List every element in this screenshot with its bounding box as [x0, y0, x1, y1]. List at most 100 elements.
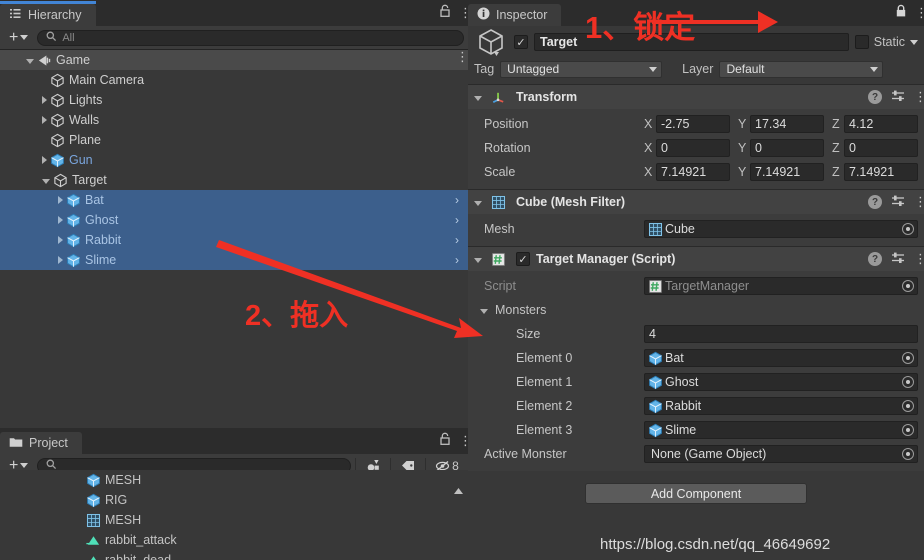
mesh-icon [648, 222, 663, 237]
kebab-menu-icon[interactable]: ⋮ [456, 50, 468, 63]
axis-y-input[interactable]: 0 [750, 139, 824, 157]
foldout-closed-icon[interactable] [58, 256, 63, 264]
object-picker-icon[interactable] [902, 448, 914, 460]
foldout-open-icon[interactable] [26, 58, 34, 64]
kebab-menu-icon[interactable]: ⋮ [914, 252, 924, 265]
project-scroll-up-arrow[interactable] [453, 484, 464, 498]
chevron-down-icon[interactable] [910, 39, 918, 45]
hierarchy-item-gun[interactable]: Gun [0, 150, 468, 170]
hierarchy-item-ghost[interactable]: Ghost › [0, 210, 468, 230]
project-asset-row[interactable]: RIG [0, 490, 468, 510]
axis-x-input[interactable]: 0 [656, 139, 730, 157]
project-asset-row[interactable]: rabbit_dead [0, 550, 468, 560]
open-prefab-chevron-icon[interactable]: › [455, 253, 459, 267]
object-reference-field[interactable]: TargetManager [644, 277, 918, 295]
lock-closed-icon[interactable] [895, 4, 907, 21]
axis-z-input[interactable]: 0 [844, 139, 918, 157]
object-picker-icon[interactable] [902, 223, 914, 235]
tag-dropdown[interactable]: Untagged [500, 60, 663, 78]
project-asset-row[interactable]: MESH [0, 510, 468, 530]
kebab-menu-icon[interactable]: ⋮ [915, 6, 924, 19]
hierarchy-item-walls[interactable]: Walls [0, 110, 468, 130]
foldout-open-icon[interactable] [42, 178, 50, 184]
lock-open-icon[interactable] [439, 432, 451, 449]
foldout-open-icon[interactable] [474, 200, 482, 206]
hierarchy-item-plane[interactable]: Plane [0, 130, 468, 150]
object-picker-icon[interactable] [902, 400, 914, 412]
object-picker-icon[interactable] [902, 424, 914, 436]
kebab-menu-icon[interactable]: ⋮ [914, 195, 924, 208]
preset-icon[interactable] [891, 251, 905, 268]
create-gameobject-button[interactable]: + [4, 29, 33, 45]
tab-project[interactable]: Project [0, 432, 82, 454]
component-header[interactable]: Transform? ⋮ [468, 85, 924, 109]
foldout-closed-icon[interactable] [42, 116, 47, 124]
prefab-icon [86, 473, 101, 488]
foldout-open-icon[interactable] [474, 95, 482, 101]
object-name-field[interactable]: Target [534, 33, 849, 51]
object-picker-icon[interactable] [902, 376, 914, 388]
axis-z-input[interactable]: 7.14921 [844, 163, 918, 181]
foldout-closed-icon[interactable] [42, 96, 47, 104]
hierarchy-item-target[interactable]: Target [0, 170, 468, 190]
foldout-closed-icon[interactable] [58, 236, 63, 244]
hierarchy-search-input[interactable]: All [37, 29, 464, 46]
object-enabled-checkbox[interactable]: ✓ [514, 35, 528, 49]
project-asset-row[interactable]: rabbit_attack [0, 530, 468, 550]
axis-z-input[interactable]: 4.12 [844, 115, 918, 133]
tab-inspector[interactable]: Inspector [468, 4, 562, 26]
preset-icon[interactable] [891, 89, 905, 106]
project-asset-row[interactable]: MESH [0, 470, 468, 490]
object-picker-icon[interactable] [902, 280, 914, 292]
kebab-menu-icon[interactable]: ⋮ [459, 6, 472, 19]
kebab-menu-icon[interactable]: ⋮ [459, 434, 472, 447]
hierarchy-item-main-camera[interactable]: Main Camera [0, 70, 468, 90]
object-reference-field[interactable]: None (Game Object) [644, 445, 918, 463]
foldout-open-icon[interactable] [474, 257, 482, 263]
tab-hierarchy[interactable]: Hierarchy [0, 1, 96, 26]
object-reference-field[interactable]: Bat [644, 349, 918, 367]
component-enabled-checkbox[interactable]: ✓ [516, 252, 530, 266]
axis-x-input[interactable]: -2.75 [656, 115, 730, 133]
lock-open-icon[interactable] [439, 4, 451, 21]
help-icon[interactable]: ? [868, 195, 882, 209]
hierarchy-item-rabbit[interactable]: Rabbit › [0, 230, 468, 250]
open-prefab-chevron-icon[interactable]: › [455, 193, 459, 207]
object-reference-field[interactable]: Cube [644, 220, 918, 238]
hierarchy-item-game[interactable]: Game ⋮ [0, 50, 468, 70]
help-icon[interactable]: ? [868, 90, 882, 104]
hierarchy-tree[interactable]: Game ⋮ Main Camera Lights Walls Plane Gun Targe… [0, 50, 468, 428]
kebab-menu-icon[interactable]: ⋮ [914, 90, 924, 103]
help-icon[interactable]: ? [868, 252, 882, 266]
axis-x-input[interactable]: 7.14921 [656, 163, 730, 181]
static-checkbox[interactable] [854, 35, 869, 49]
add-component-button[interactable]: Add Component [585, 483, 807, 504]
axis-y-input[interactable]: 7.14921 [750, 163, 824, 181]
layer-dropdown[interactable]: Default [719, 60, 884, 78]
array-foldout-monsters[interactable]: Monsters [474, 298, 918, 322]
foldout-closed-icon[interactable] [58, 196, 63, 204]
open-prefab-chevron-icon[interactable]: › [455, 233, 459, 247]
array-size-input[interactable]: 4 [644, 325, 918, 343]
hierarchy-item-slime[interactable]: Slime › [0, 250, 468, 270]
object-reference-field[interactable]: Rabbit [644, 397, 918, 415]
component-header[interactable]: ✓ Target Manager (Script)? ⋮ [468, 247, 924, 271]
object-picker-icon[interactable] [902, 352, 914, 364]
axis-y: Y 7.14921 [738, 163, 824, 181]
axis-z-label: Z [832, 117, 840, 131]
property-label: Scale [484, 165, 516, 179]
axis-y-input[interactable]: 17.34 [750, 115, 824, 133]
transform-icon [491, 90, 506, 105]
open-prefab-chevron-icon[interactable]: › [455, 213, 459, 227]
foldout-open-icon[interactable] [480, 308, 488, 314]
object-reference-field[interactable]: Slime [644, 421, 918, 439]
foldout-closed-icon[interactable] [42, 156, 47, 164]
hierarchy-item-lights[interactable]: Lights [0, 90, 468, 110]
foldout-closed-icon[interactable] [58, 216, 63, 224]
component-header[interactable]: Cube (Mesh Filter)? ⋮ [468, 190, 924, 214]
hierarchy-item-label: Plane [69, 133, 101, 147]
preset-icon[interactable] [891, 194, 905, 211]
object-reference-field[interactable]: Ghost [644, 373, 918, 391]
hierarchy-item-bat[interactable]: Bat › [0, 190, 468, 210]
project-asset-list[interactable]: MESH RIG MESH rabbit_attack rabbit_dead [0, 470, 468, 560]
